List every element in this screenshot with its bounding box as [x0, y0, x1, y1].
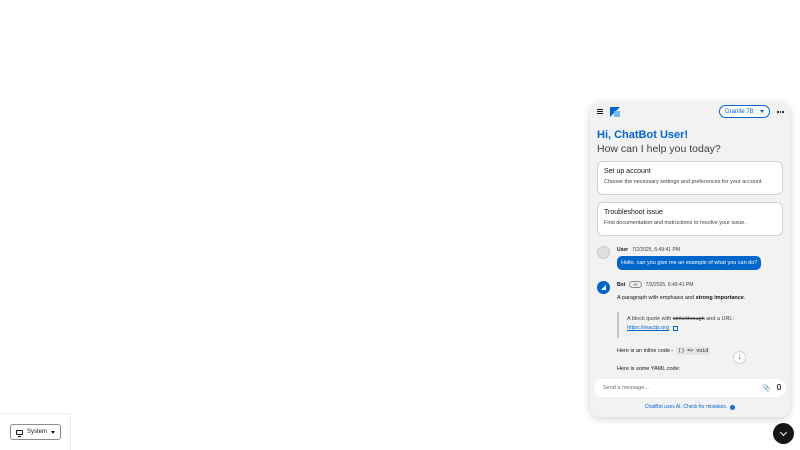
bot-avatar [597, 281, 610, 294]
message-input[interactable] [603, 385, 753, 391]
inline-code: () => void [676, 347, 711, 355]
model-select[interactable]: Granite 7B [719, 105, 770, 118]
ai-badge: AI [629, 281, 642, 288]
bot-name: Bot [617, 281, 626, 288]
chatbot-footer: 📎 ChatBot uses AI. Check for mistakes. i [590, 374, 790, 417]
options-icon[interactable] [777, 111, 784, 113]
disclaimer: ChatBot uses AI. Check for mistakes. i [590, 404, 790, 410]
monitor-icon [16, 429, 23, 437]
arrow-down-icon: ↓ [737, 354, 742, 361]
microphone-icon[interactable] [777, 384, 781, 390]
user-message-meta: User 7/2/2025, 6:49:41 PM [617, 247, 680, 253]
user-timestamp: 7/2/2025, 6:49:41 PM [632, 247, 680, 253]
bot-timestamp: 7/2/2025, 6:49:41 PM [645, 281, 694, 288]
logo-icon [610, 107, 620, 117]
prompt-desc: Find documentation and instructions to r… [604, 220, 746, 226]
quote-link[interactable]: https://reactjs.org [627, 325, 679, 331]
user-name: User [617, 247, 629, 253]
bot-inline-code-line: Here is an inline code - () => void [617, 347, 711, 355]
theme-label: System [26, 429, 47, 435]
menu-icon[interactable] [597, 109, 603, 114]
chatbot-header: Granite 7B [590, 102, 790, 122]
theme-select[interactable]: System [10, 424, 61, 440]
prompt-card-setup[interactable]: Set up account Choose the necessary sett… [597, 161, 783, 195]
chatbot-toggle-button[interactable] [773, 423, 794, 444]
greeting-subtitle: How can I help you today? [597, 143, 721, 155]
chatbot-window: Granite 7B Hi, ChatBot User! How can I h… [590, 102, 790, 417]
bot-paragraph: A paragraph with emphasis and strong imp… [617, 295, 746, 301]
prompt-title: Troubleshoot issue [604, 209, 663, 216]
bot-yaml-line: Here is some YAML code: [617, 366, 681, 372]
greeting-title: Hi, ChatBot User! [597, 129, 689, 141]
user-message-bubble: Hello, can you give me an example of wha… [617, 256, 762, 270]
caret-down-icon [760, 110, 764, 113]
scroll-down-button[interactable]: ↓ [733, 351, 746, 364]
model-label: Granite 7B [725, 108, 754, 115]
prompt-title: Set up account [604, 168, 651, 175]
prompt-card-troubleshoot[interactable]: Troubleshoot issue Find documentation an… [597, 202, 783, 236]
external-link-icon [673, 325, 679, 331]
prompt-desc: Choose the necessary settings and prefer… [604, 179, 763, 185]
caret-down-icon [51, 430, 55, 434]
bot-blockquote: A block quote with strikethrough and a U… [617, 312, 737, 338]
chevron-down-icon [779, 428, 788, 436]
user-avatar [597, 246, 610, 259]
info-icon[interactable]: i [730, 404, 736, 410]
bot-message-meta: Bot AI 7/2/2025, 6:49:41 PM [617, 281, 693, 288]
message-bar: 📎 [594, 379, 786, 397]
paperclip-icon[interactable]: 📎 [762, 384, 771, 392]
